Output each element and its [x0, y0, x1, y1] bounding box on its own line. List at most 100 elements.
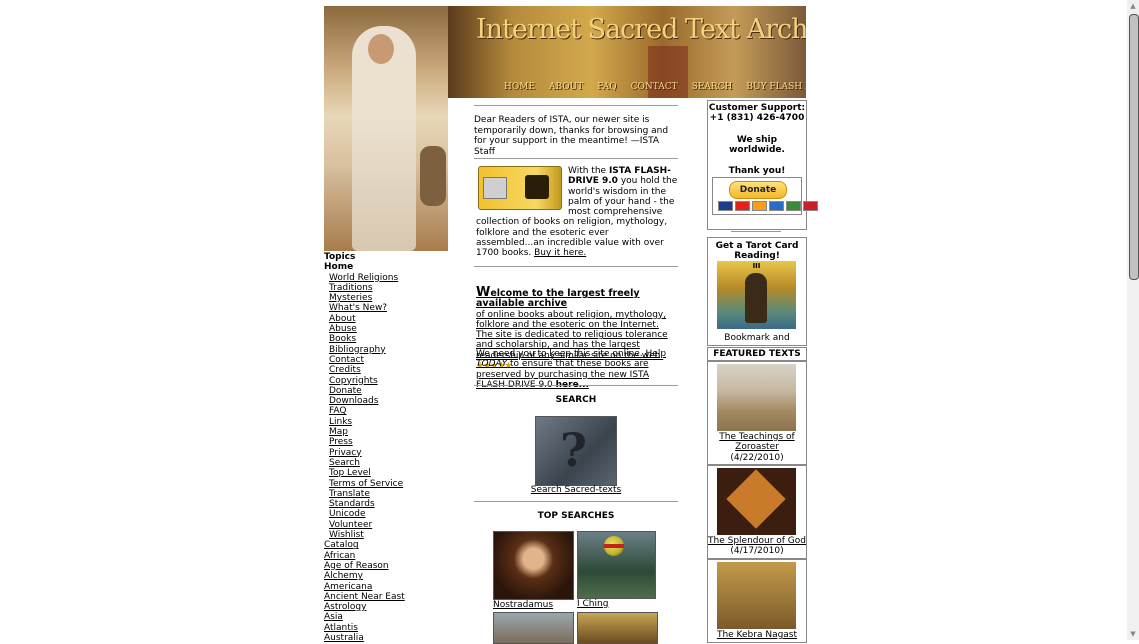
site-notice: Dear Readers of ISTA, our newer site is … [474, 115, 669, 157]
customer-support-box: Customer Support: +1 (831) 426-4700 We s… [707, 100, 818, 230]
site-banner: Internet Sacred Text Archive HOME ABOUT … [448, 6, 806, 98]
splendour-date: (4/17/2010) [730, 546, 784, 557]
i-ching-image[interactable] [577, 531, 656, 599]
divider [474, 158, 678, 159]
splendour-of-god-image[interactable] [717, 468, 796, 535]
topic-link[interactable]: Bibliography [324, 345, 444, 355]
painting-figure-head [368, 34, 394, 64]
nav-search[interactable]: SEARCH [692, 82, 733, 92]
topic-link[interactable]: Links [324, 417, 444, 427]
divider [731, 231, 781, 232]
category-link[interactable]: Asia [324, 612, 444, 622]
nav-home[interactable]: HOME [504, 82, 535, 92]
topic-link[interactable]: Abuse [324, 324, 444, 334]
payment-card-icon [769, 201, 784, 211]
top-nav: HOME ABOUT FAQ CONTACT SEARCH BUY FLASH … [504, 82, 806, 92]
topic-link[interactable]: Press [324, 437, 444, 447]
buy-it-here-link[interactable]: Buy it here. [534, 248, 586, 258]
topic-link[interactable]: Downloads [324, 396, 444, 406]
category-link[interactable]: Alchemy [324, 571, 444, 581]
topic-link[interactable]: World Religions [324, 273, 444, 283]
zoroaster-link[interactable]: The Teachings of Zoroaster [719, 432, 794, 452]
topic-link[interactable]: Contact [324, 355, 444, 365]
topic-link[interactable]: Translate [324, 489, 444, 499]
topic-link[interactable]: Mysteries [324, 293, 444, 303]
topic-link[interactable]: Traditions [324, 283, 444, 293]
scroll-down-arrow-icon[interactable]: ▼ [1127, 628, 1139, 640]
topic-link[interactable]: Map [324, 427, 444, 437]
bookmark-text[interactable]: Bookmark and [708, 333, 806, 343]
tarot-card-image[interactable]: III [717, 261, 796, 329]
featured-texts-heading: FEATURED TEXTS [707, 347, 807, 361]
featured-item: The Kebra Nagast [707, 559, 807, 643]
stonehenge-image[interactable] [493, 612, 574, 644]
topics-heading: Topics [324, 252, 356, 262]
divider [474, 266, 678, 267]
category-link[interactable]: Americana [324, 582, 444, 592]
payment-cards [718, 201, 818, 211]
vertical-scrollbar[interactable]: ▲ ▼ [1127, 0, 1139, 640]
search-question-icon[interactable]: ? [535, 416, 617, 486]
kebra-nagast-link[interactable]: The Kebra Nagast [717, 630, 797, 640]
topic-link[interactable]: Volunteer [324, 520, 444, 530]
welcome-heading-link[interactable]: Welcome to the largest freely available … [476, 286, 640, 310]
topic-link[interactable]: Privacy [324, 448, 444, 458]
thank-you: Thank you! [728, 166, 786, 177]
payment-card-icon [735, 201, 750, 211]
madonna-image[interactable] [577, 612, 658, 644]
support-phone: +1 (831) 426-4700 [709, 113, 805, 124]
nav-about[interactable]: ABOUT [549, 82, 583, 92]
topic-link[interactable]: Search [324, 458, 444, 468]
payment-card-icon [786, 201, 801, 211]
donate-panel: Donate [712, 177, 818, 215]
nostradamus-link[interactable]: Nostradamus [493, 600, 553, 610]
scrollbar-thumb[interactable] [1129, 14, 1139, 280]
nostradamus-portrait-image[interactable] [493, 531, 574, 600]
i-ching-link[interactable]: I Ching [577, 599, 608, 609]
category-link[interactable]: Catalog [324, 540, 444, 550]
category-link[interactable]: Atlantis [324, 623, 444, 633]
topic-link[interactable]: Copyrights [324, 376, 444, 386]
i-ching-band [604, 544, 624, 548]
welcome-heading: elcome to the largest freely available a… [476, 288, 640, 310]
category-link[interactable]: Australia [324, 633, 444, 643]
payment-card-icon [752, 201, 767, 211]
scroll-up-arrow-icon[interactable]: ▲ [1127, 0, 1139, 12]
kebra-nagast-image[interactable] [717, 562, 796, 629]
ship-worldwide: We ship worldwide. [729, 134, 785, 155]
tarot-link-text[interactable]: Get a Tarot Card Reading! [708, 241, 806, 261]
search-sacred-texts-link[interactable]: Search Sacred-texts [474, 485, 678, 495]
donate-button[interactable]: Donate [729, 181, 787, 199]
featured-item: The Splendour of God (4/17/2010) [707, 465, 807, 559]
topic-link[interactable]: Top Level [324, 468, 444, 478]
topic-link[interactable]: What's New? [324, 303, 444, 313]
nav-buy-flash-drive[interactable]: BUY FLASH DRIVE [746, 82, 806, 92]
category-link[interactable]: Ancient Near East [324, 592, 444, 602]
splendour-link[interactable]: The Splendour of God [708, 536, 806, 546]
search-glyph: ? [560, 423, 587, 477]
topic-link[interactable]: Books [324, 334, 444, 344]
nav-faq[interactable]: FAQ [597, 82, 616, 92]
banner-painting-image [324, 6, 448, 251]
support-label: Customer Support: [708, 103, 806, 113]
topic-link[interactable]: Wishlist [324, 530, 444, 540]
topic-link[interactable]: FAQ [324, 406, 444, 416]
divider [474, 385, 678, 386]
divider [474, 105, 678, 106]
zoroaster-image[interactable] [717, 364, 796, 431]
divider [474, 501, 678, 502]
topic-link[interactable]: About [324, 314, 444, 324]
nav-contact[interactable]: CONTACT [631, 82, 678, 92]
topic-link[interactable]: Terms of Service [324, 479, 444, 489]
topic-link[interactable]: Unicode [324, 509, 444, 519]
top-searches-heading: TOP SEARCHES [537, 511, 615, 521]
category-link[interactable]: Age of Reason [324, 561, 444, 571]
category-link[interactable]: Astrology [324, 602, 444, 612]
topic-link[interactable]: Donate [324, 386, 444, 396]
topic-link[interactable]: Standards [324, 499, 444, 509]
category-link[interactable]: African [324, 551, 444, 561]
topic-link[interactable]: Credits [324, 365, 444, 375]
appeal-text-link[interactable]: We need you to keep this site online. He… [476, 349, 666, 390]
promo-prefix: With the [568, 166, 609, 176]
flash-drive-image[interactable] [478, 166, 562, 210]
